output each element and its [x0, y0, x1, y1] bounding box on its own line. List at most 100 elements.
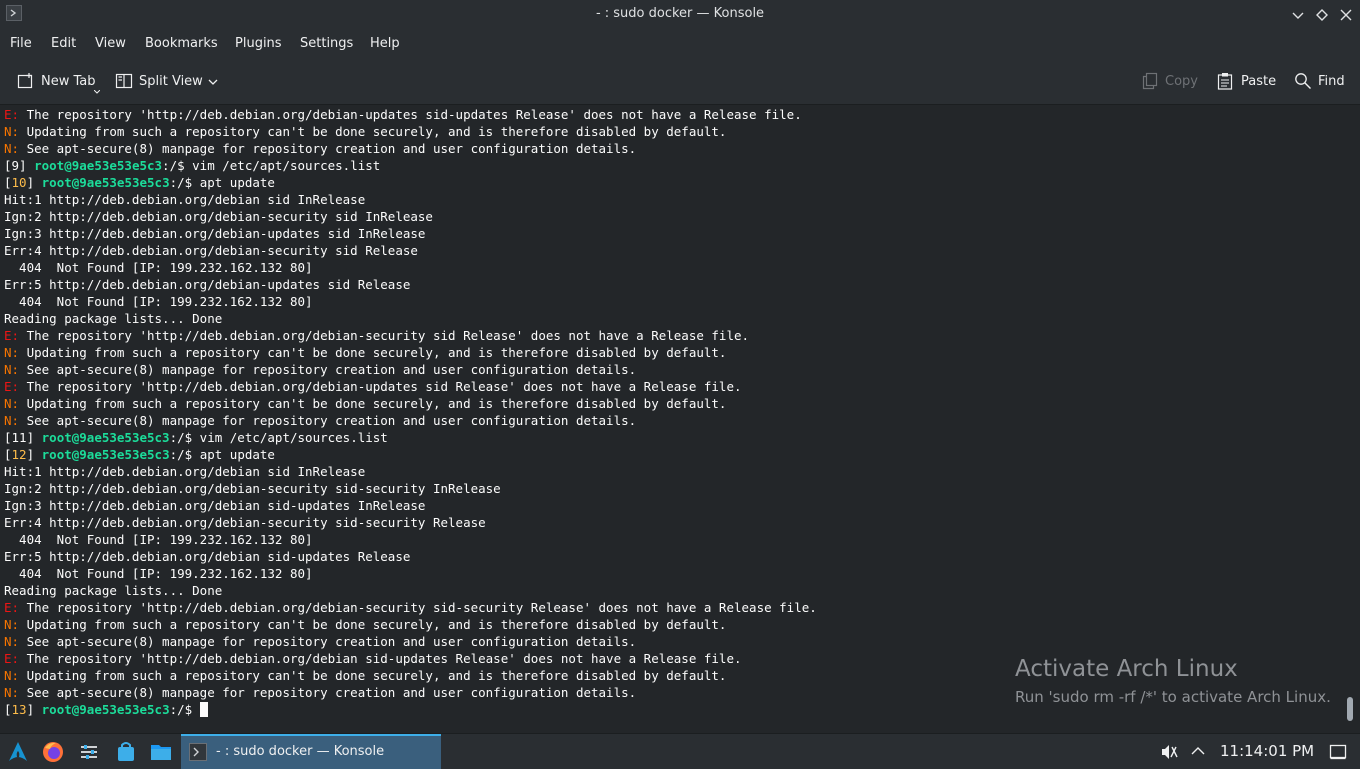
menu-view[interactable]: View [95, 36, 126, 51]
line-text: The repository 'http://deb.debian.org/de… [26, 651, 742, 666]
terminal-scrollbar[interactable] [1342, 105, 1360, 723]
terminal-line: [10] root@9ae53e53e5c3:/$ apt update [4, 174, 817, 191]
prompt-user: root@9ae53e53e5c3 [34, 158, 163, 173]
line-prefix: N: [4, 345, 27, 360]
maximize-button[interactable] [1312, 5, 1332, 25]
volume-muted-icon[interactable] [1160, 743, 1178, 765]
terminal-line: Err:4 http://deb.debian.org/debian-secur… [4, 514, 817, 531]
terminal-line: N: See apt-secure(8) manpage for reposit… [4, 140, 817, 157]
menu-settings[interactable]: Settings [300, 36, 353, 51]
terminal-line: Err:5 http://deb.debian.org/debian-updat… [4, 276, 817, 293]
line-prefix: N: [4, 362, 27, 377]
terminal-line: Ign:3 http://deb.debian.org/debian sid-u… [4, 497, 817, 514]
show-desktop-icon[interactable] [1329, 743, 1347, 765]
new-tab-label: New Tab [41, 74, 96, 89]
split-view-button[interactable]: Split View [115, 71, 220, 93]
paste-icon [1217, 73, 1233, 90]
terminal-line: N: Updating from such a repository can't… [4, 616, 817, 633]
menu-plugins[interactable]: Plugins [235, 36, 282, 51]
paste-button[interactable]: Paste [1216, 71, 1278, 93]
line-prefix: E: [4, 651, 27, 666]
menu-bookmarks[interactable]: Bookmarks [145, 36, 218, 51]
line-text: Reading package lists... Done [4, 583, 223, 598]
line-text: :/$ vim /etc/apt/sources.list [169, 430, 388, 445]
find-button[interactable]: Find [1294, 71, 1346, 93]
line-text: ] [26, 702, 42, 717]
discover-store-icon[interactable] [114, 740, 138, 764]
menu-file[interactable]: File [10, 36, 32, 51]
terminal-line: E: The repository 'http://deb.debian.org… [4, 650, 817, 667]
text-cursor [199, 702, 208, 717]
line-text: Ign:3 http://deb.debian.org/debian sid-u… [4, 498, 426, 513]
terminal-icon [189, 743, 207, 761]
line-text: Ign:2 http://deb.debian.org/debian-secur… [4, 481, 501, 496]
terminal-line: N: See apt-secure(8) manpage for reposit… [4, 633, 817, 650]
line-prefix: N: [4, 668, 27, 683]
find-label: Find [1318, 74, 1345, 89]
new-tab-icon [17, 73, 33, 89]
terminal-line: [13] root@9ae53e53e5c3:/$ [4, 701, 817, 718]
line-prefix: 10 [11, 175, 27, 190]
copy-button[interactable]: Copy [1141, 71, 1201, 93]
window-titlebar: - : sudo docker — Konsole [0, 0, 1360, 30]
terminal-line: 404 Not Found [IP: 199.232.162.132 80] [4, 259, 817, 276]
copy-icon [1142, 72, 1158, 90]
terminal-line: N: See apt-secure(8) manpage for reposit… [4, 684, 817, 701]
terminal-view[interactable]: E: The repository 'http://deb.debian.org… [0, 105, 1342, 723]
line-prefix: N: [4, 413, 27, 428]
terminal-line: [9] root@9ae53e53e5c3:/$ vim /etc/apt/so… [4, 157, 817, 174]
line-text: 404 Not Found [IP: 199.232.162.132 80] [4, 260, 313, 275]
menu-help[interactable]: Help [370, 36, 400, 51]
line-prefix: N: [4, 396, 27, 411]
line-text: 404 Not Found [IP: 199.232.162.132 80] [4, 294, 313, 309]
line-text: Err:4 http://deb.debian.org/debian-secur… [4, 243, 418, 258]
paste-label: Paste [1241, 74, 1277, 89]
line-prefix: N: [4, 141, 27, 156]
line-text: Reading package lists... Done [4, 311, 223, 326]
line-text: :/$ [169, 702, 200, 717]
prompt-user: root@9ae53e53e5c3 [41, 175, 170, 190]
file-manager-icon[interactable] [149, 740, 173, 764]
line-text: See apt-secure(8) manpage for repository… [26, 362, 637, 377]
firefox-icon[interactable] [41, 740, 65, 764]
scrollbar-thumb[interactable] [1347, 697, 1353, 721]
terminal-output: E: The repository 'http://deb.debian.org… [4, 106, 817, 718]
prompt-user: root@9ae53e53e5c3 [41, 430, 170, 445]
clock[interactable]: 11:14:01 PM [1220, 742, 1314, 760]
line-text: Updating from such a repository can't be… [26, 617, 727, 632]
terminal-line: Hit:1 http://deb.debian.org/debian sid I… [4, 191, 817, 208]
line-text: 404 Not Found [IP: 199.232.162.132 80] [4, 566, 313, 581]
line-text: [ [4, 447, 12, 462]
line-text: 404 Not Found [IP: 199.232.162.132 80] [4, 532, 313, 547]
terminal-line: Reading package lists... Done [4, 310, 817, 327]
line-prefix: N: [4, 124, 27, 139]
new-tab-button[interactable]: New Tab [17, 71, 103, 94]
terminal-line: Err:5 http://deb.debian.org/debian sid-u… [4, 548, 817, 565]
terminal-line: Reading package lists... Done [4, 582, 817, 599]
line-text: See apt-secure(8) manpage for repository… [26, 141, 637, 156]
line-prefix: 12 [11, 447, 27, 462]
line-text: The repository 'http://deb.debian.org/de… [26, 600, 817, 615]
line-prefix: E: [4, 600, 27, 615]
line-text: Updating from such a repository can't be… [26, 124, 727, 139]
arch-launcher-icon[interactable] [6, 740, 30, 764]
split-view-icon [115, 73, 133, 89]
line-prefix: E: [4, 328, 27, 343]
close-button[interactable] [1336, 5, 1356, 25]
line-text: Hit:1 http://deb.debian.org/debian sid I… [4, 192, 366, 207]
prompt-user: root@9ae53e53e5c3 [41, 447, 170, 462]
taskbar-konsole-task[interactable]: - : sudo docker — Konsole [181, 734, 441, 769]
line-text: ] [26, 447, 42, 462]
tray-expand-icon[interactable] [1190, 743, 1206, 763]
line-text: Err:5 http://deb.debian.org/debian sid-u… [4, 549, 411, 564]
line-text: See apt-secure(8) manpage for repository… [26, 413, 637, 428]
system-settings-icon[interactable] [77, 740, 101, 764]
copy-label: Copy [1165, 74, 1198, 89]
menu-edit[interactable]: Edit [51, 36, 76, 51]
terminal-line: N: See apt-secure(8) manpage for reposit… [4, 361, 817, 378]
line-text: See apt-secure(8) manpage for repository… [26, 634, 637, 649]
line-prefix: E: [4, 107, 27, 122]
terminal-line: E: The repository 'http://deb.debian.org… [4, 378, 817, 395]
minimize-button[interactable] [1288, 5, 1308, 25]
line-text: Updating from such a repository can't be… [26, 668, 727, 683]
